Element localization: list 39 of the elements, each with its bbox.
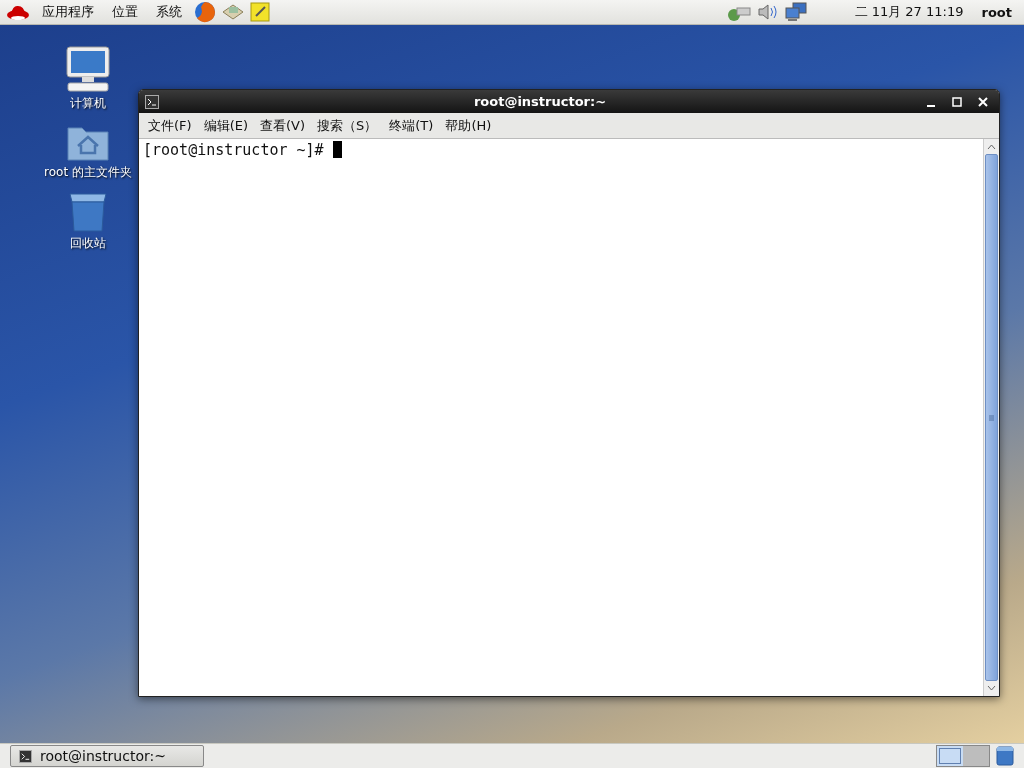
menu-item[interactable]: 终端(T) (384, 114, 439, 137)
desktop-icon-label[interactable]: 计算机 (70, 95, 106, 112)
desktop-icon-label[interactable]: root 的主文件夹 (44, 164, 132, 181)
hat-logo-icon[interactable] (6, 3, 30, 21)
scrollbar[interactable] (983, 139, 999, 696)
panel-menu[interactable]: 应用程序 (36, 3, 100, 21)
menu-item[interactable]: 查看(V) (255, 114, 311, 137)
scroll-down-icon[interactable] (987, 685, 996, 691)
terminal-icon (19, 749, 32, 763)
computer-icon (64, 45, 112, 93)
note-pencil-icon[interactable] (250, 2, 270, 22)
trash-icon (67, 191, 109, 233)
taskbar-button[interactable]: root@instructor:~ (10, 745, 204, 767)
scrollbar-thumb[interactable] (985, 154, 998, 681)
user-name[interactable]: root (975, 4, 1018, 20)
scroll-up-icon[interactable] (987, 144, 996, 150)
menu-item[interactable]: 帮助(H) (440, 114, 497, 137)
clock[interactable]: 二 11月 27 11:19 (848, 3, 970, 21)
globe-browser-icon[interactable] (194, 1, 216, 23)
menu-item[interactable]: 编辑(E) (198, 114, 253, 137)
shell-prompt: [root@instructor ~]# (143, 141, 325, 159)
menu-item[interactable]: 搜索（S） (312, 114, 383, 137)
terminal-icon (145, 94, 159, 109)
minimize-icon (927, 104, 935, 107)
text-cursor (332, 141, 342, 158)
mail-icon[interactable] (222, 2, 244, 22)
desktop-icon-label[interactable]: 回收站 (70, 235, 106, 252)
speaker-icon[interactable] (756, 2, 779, 22)
window-title: root@instructor:~ (472, 94, 608, 109)
maximize-icon (952, 96, 962, 107)
trash-icon[interactable] (996, 746, 1014, 766)
monitors-icon[interactable] (784, 2, 807, 22)
workspace-switcher-cell[interactable] (937, 746, 963, 766)
grip-icon (989, 414, 994, 421)
panel-menu[interactable]: 位置 (106, 3, 144, 21)
workspace-switcher-cell[interactable] (963, 746, 989, 766)
menu-item[interactable]: 文件(F) (143, 114, 197, 137)
close-icon (978, 96, 988, 107)
panel-menu[interactable]: 系统 (150, 3, 188, 21)
